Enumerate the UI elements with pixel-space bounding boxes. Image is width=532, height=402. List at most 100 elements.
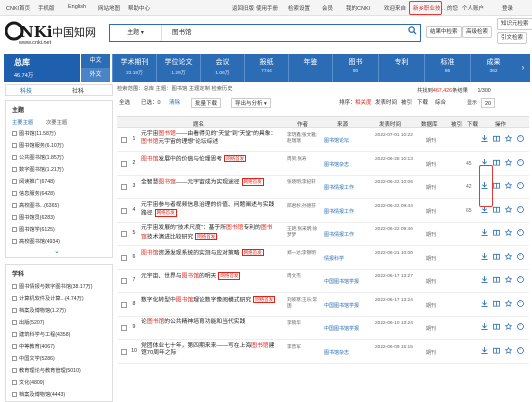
favorite-icon[interactable] — [504, 322, 513, 332]
row-title[interactable]: 党团体业七十年，第四期来来——写在上海图书馆建馆70周年之际 — [141, 343, 277, 358]
link-mobile[interactable]: 手机版 — [38, 4, 55, 12]
row-checkbox[interactable] — [121, 325, 127, 331]
category-yearbook[interactable]: 年鉴 — [288, 54, 332, 82]
row-author[interactable]: 邱君杉;孙德芬 — [287, 203, 321, 209]
row-checkbox[interactable] — [121, 207, 127, 214]
row-source[interactable]: 中国图书馆学报 — [324, 325, 370, 332]
total-library-tab[interactable]: 总库 46.74万 — [4, 54, 80, 82]
row-checkbox[interactable] — [121, 231, 127, 237]
cite-icon[interactable]: " — [516, 205, 525, 215]
cite-icon[interactable]: " — [516, 299, 525, 309]
row-checkbox[interactable] — [121, 301, 127, 308]
download-icon[interactable] — [480, 135, 489, 144]
link-member[interactable]: 会员 — [322, 4, 333, 12]
subject-item[interactable]: 建筑科学与工程(4358) — [12, 331, 70, 338]
read-icon[interactable] — [492, 347, 501, 356]
subject-item[interactable]: 文化(4809) — [12, 379, 44, 386]
row-author[interactable]: 郑一达;李锦明 — [287, 250, 321, 256]
category-journal[interactable]: 学术期刊 22.18万 — [112, 54, 156, 82]
row-title[interactable]: 元宇宙、世界与图书馆的明天 网络首发 — [141, 272, 277, 281]
favorite-icon[interactable] — [504, 228, 513, 238]
row-title[interactable]: 元宇宙参与者视频信息治理的价值、问题阐述与实践路径 网络首发 — [141, 202, 277, 218]
row-source[interactable]: 图书情报工作 — [324, 208, 370, 215]
category-thesis[interactable]: 学位论文 1.29万 — [156, 54, 200, 82]
search-icon[interactable] — [404, 25, 420, 41]
search-field-select[interactable]: 主题 ▾ — [110, 25, 162, 41]
row-title[interactable]: 数字化转型中图书馆理论数字像阅模式研究 网络首发 — [141, 295, 277, 305]
col-date[interactable]: 发表时间 — [379, 120, 401, 128]
row-source[interactable]: 图书馆杂志 — [324, 161, 370, 168]
link-cnki-home[interactable]: CNKI首页 — [6, 4, 30, 12]
topic-item[interactable]: 图书馆(11.58万) — [12, 130, 56, 137]
subject-item[interactable]: 档案及博物馆(1.2万) — [12, 307, 66, 314]
sort-cited[interactable]: 被引 — [401, 98, 412, 108]
batch-download-button[interactable]: 批量下载 — [191, 98, 222, 108]
download-icon[interactable] — [480, 346, 489, 356]
row-checkbox[interactable] — [121, 254, 127, 261]
row-checkbox[interactable] — [121, 160, 127, 167]
category-book[interactable]: 图书 80 — [332, 54, 378, 82]
col-cited[interactable]: 被引 — [451, 120, 462, 128]
cite-icon[interactable]: " — [516, 182, 525, 191]
read-icon[interactable] — [492, 206, 501, 215]
favorite-icon[interactable] — [504, 181, 513, 191]
favorite-icon[interactable] — [504, 299, 513, 309]
col-title[interactable]: 题名 — [193, 120, 204, 128]
col-download[interactable]: 下载 — [467, 120, 478, 128]
link-english[interactable]: English — [68, 4, 86, 10]
row-source[interactable]: 图书情报工作 — [324, 184, 370, 191]
lang-chinese-tab[interactable]: 中文 — [80, 54, 110, 68]
subject-item[interactable]: 教育理论与教育管理(5010) — [12, 367, 81, 374]
topic-item[interactable]: 高校图书馆(4934) — [12, 238, 60, 245]
row-source[interactable]: 中国图书馆学报 — [324, 278, 370, 285]
row-author[interactable]: 张晓明;李纪轩 — [287, 179, 321, 185]
tab-science[interactable]: 科技 — [20, 86, 32, 95]
read-icon[interactable] — [492, 300, 501, 309]
subject-item[interactable]: 中国文学(5286) — [12, 355, 55, 362]
favorite-icon[interactable] — [504, 205, 513, 215]
favorite-icon[interactable] — [504, 134, 513, 144]
export-analysis-button[interactable]: 导出与分析 ▾ — [231, 98, 271, 108]
chevron-right-icon[interactable]: › — [516, 54, 530, 82]
row-checkbox[interactable] — [121, 184, 127, 190]
row-title[interactable]: 元宇宙图书馆——由看得见的“天堂”到“天堂”的具象：图书馆元宇宙的理想”论坛综述 — [141, 131, 277, 146]
favorite-icon[interactable] — [504, 346, 513, 356]
row-checkbox[interactable] — [121, 348, 127, 355]
row-source[interactable]: 图书馆杂志 — [324, 349, 370, 356]
row-source[interactable]: 图书馆论坛 — [324, 137, 370, 144]
download-icon[interactable] — [480, 252, 489, 262]
link-search-settings[interactable]: 检索设置 — [288, 4, 310, 12]
topic-item[interactable]: 信息服务(6428) — [12, 190, 55, 197]
subject-item[interactable]: 图书情报与数字图书馆(38.17万) — [12, 283, 93, 290]
category-standard[interactable]: 标准 86 — [424, 54, 470, 82]
tab-secondary-topic[interactable]: 次要主题 — [46, 118, 67, 126]
subject-item[interactable]: 档案及博物馆(4443) — [12, 391, 65, 398]
row-author[interactable]: 周贺;张寿 — [287, 156, 321, 162]
clear-button[interactable]: 清除 — [169, 98, 180, 108]
link-personal-account[interactable]: 个人账户 — [462, 4, 484, 12]
cite-icon[interactable]: " — [516, 229, 525, 238]
col-source[interactable]: 来源 — [337, 120, 348, 128]
read-icon[interactable] — [492, 135, 501, 144]
row-source[interactable]: 中国图书馆学报 — [324, 302, 370, 309]
knowledge-search-button[interactable]: 知识元检索 — [497, 18, 532, 30]
link-my-cnki[interactable]: 我的CNKI — [346, 4, 370, 12]
cite-icon[interactable]: " — [516, 276, 525, 285]
lang-foreign-tab[interactable]: 外文 — [80, 68, 110, 82]
row-title[interactable]: 论图书馆的公共精神培育功能和当代实践 — [141, 319, 277, 327]
favorite-icon[interactable] — [504, 252, 513, 262]
read-icon[interactable] — [492, 182, 501, 191]
category-newspaper[interactable]: 报纸 7744 — [244, 54, 288, 82]
topic-item[interactable]: 数字图书馆(1.21万) — [12, 166, 64, 173]
advanced-search-button[interactable]: 高级检索 — [462, 26, 493, 38]
download-icon[interactable] — [480, 229, 489, 238]
download-icon[interactable] — [480, 323, 489, 332]
link-sitemap[interactable]: 网站地图 — [98, 4, 120, 12]
sort-relevance[interactable]: 相关度 — [355, 98, 372, 108]
topic-item[interactable]: 高校图书...(6365) — [12, 202, 59, 209]
link-login[interactable]: 登录 — [502, 4, 513, 12]
row-author[interactable]: 李曾军 — [287, 344, 321, 350]
cite-icon[interactable]: " — [516, 135, 525, 144]
cite-icon[interactable]: " — [516, 252, 525, 262]
search-input[interactable]: 图书馆 — [172, 25, 192, 41]
